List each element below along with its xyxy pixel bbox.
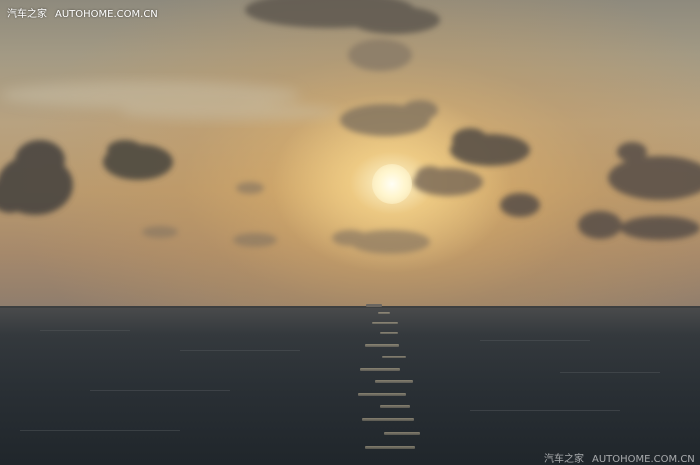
watermark-brand: 汽车之家: [544, 454, 584, 465]
watermark-top: 汽车之家 AUTOHOME.COM.CN: [7, 5, 158, 20]
watermark-site: AUTOHOME.COM.CN: [592, 454, 695, 465]
watermark-brand: 汽车之家: [7, 9, 47, 20]
watermark-site: AUTOHOME.COM.CN: [55, 9, 158, 20]
horizon-line: [0, 306, 700, 308]
sun-reflection: [20, 312, 660, 449]
distant-boat: [366, 304, 382, 307]
sunset-sea-photo: 汽车之家 AUTOHOME.COM.CN 汽车之家 AUTOHOME.COM.CN: [0, 0, 700, 465]
watermark-bottom: 汽车之家 AUTOHOME.COM.CN: [544, 450, 695, 465]
